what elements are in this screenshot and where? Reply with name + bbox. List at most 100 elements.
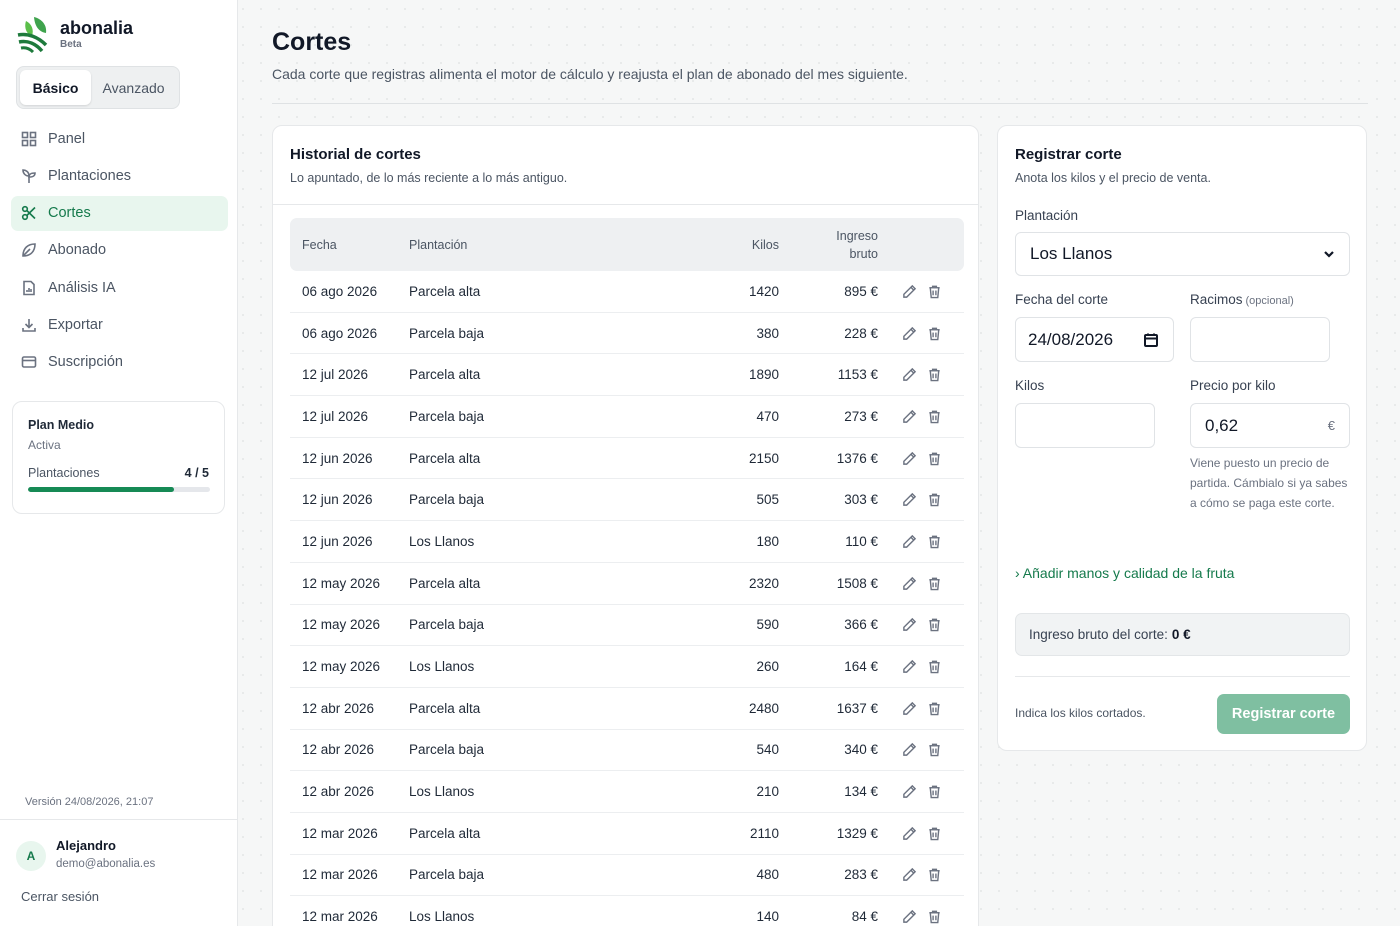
delete-button[interactable]	[927, 784, 942, 799]
add-hands-quality-link[interactable]: › Añadir manos y calidad de la fruta	[1015, 565, 1234, 581]
cell-date: 06 ago 2026	[302, 283, 378, 299]
price-label: Precio por kilo	[1190, 378, 1276, 393]
delete-button[interactable]	[927, 492, 942, 507]
row-actions	[878, 409, 964, 424]
mode-basic-button[interactable]: Básico	[20, 70, 92, 105]
cell-plantation: Parcela alta	[409, 450, 481, 466]
plantation-select[interactable]: Los Llanos	[1015, 232, 1350, 276]
price-input[interactable]: 0,62 €	[1190, 403, 1350, 448]
cell-date: 12 abr 2026	[302, 784, 375, 800]
plantation-select-value: Los Llanos	[1030, 244, 1113, 263]
edit-button[interactable]	[902, 326, 917, 341]
table-row: 12 jun 2026 Parcela baja 505 303 €	[290, 479, 964, 522]
cell-date: 12 mar 2026	[302, 825, 378, 841]
chevron-down-icon	[1324, 251, 1334, 258]
brand-name: abonalia	[60, 18, 134, 38]
edit-button[interactable]	[902, 867, 917, 882]
edit-button[interactable]	[902, 492, 917, 507]
cell-plantation: Parcela alta	[409, 575, 481, 591]
delete-button[interactable]	[927, 367, 942, 382]
bunches-label-text: Racimos	[1190, 292, 1243, 307]
cell-date: 12 may 2026	[302, 659, 381, 675]
edit-button[interactable]	[902, 367, 917, 382]
row-actions	[878, 659, 964, 674]
delete-button[interactable]	[927, 742, 942, 757]
edit-button[interactable]	[902, 451, 917, 466]
cell-date: 12 abr 2026	[302, 742, 375, 758]
delete-button[interactable]	[927, 326, 942, 341]
cell-date: 12 mar 2026	[302, 909, 378, 925]
cell-date: 12 may 2026	[302, 575, 381, 591]
cell-kilos: 2150	[748, 450, 779, 466]
table-row: 12 may 2026 Parcela alta 2320 1508 €	[290, 563, 964, 605]
sidebar-item-exportar[interactable]: Exportar	[11, 307, 228, 342]
cell-income: 84 €	[851, 909, 878, 925]
delete-button[interactable]	[927, 617, 942, 632]
plan-usage-count: 4 / 5	[184, 466, 209, 480]
edit-button[interactable]	[902, 784, 917, 799]
delete-button[interactable]	[927, 659, 942, 674]
page-divider	[272, 103, 1368, 104]
page-title: Cortes	[272, 28, 352, 56]
sidebar-item-label: Cortes	[48, 205, 91, 222]
edit-button[interactable]	[902, 534, 917, 549]
trash-icon	[929, 327, 940, 340]
form-divider	[1015, 676, 1350, 677]
register-cut-button[interactable]: Registrar corte	[1217, 694, 1350, 734]
delete-button[interactable]	[927, 701, 942, 716]
sidebar-item-cortes[interactable]: Cortes	[11, 195, 228, 231]
plan-status: Activa	[28, 438, 61, 452]
column-header-income-line2: bruto	[849, 246, 879, 261]
delete-button[interactable]	[927, 451, 942, 466]
pencil-icon	[903, 618, 917, 632]
sidebar-item-suscripcion[interactable]: Suscripción	[11, 345, 228, 380]
cell-plantation: Parcela baja	[409, 408, 485, 424]
edit-button[interactable]	[902, 284, 917, 299]
sidebar-item-panel[interactable]: Panel	[11, 121, 228, 156]
delete-button[interactable]	[927, 284, 942, 299]
cell-income: 1329 €	[836, 825, 878, 841]
delete-button[interactable]	[927, 576, 942, 591]
trash-icon	[929, 452, 940, 465]
plan-progress-bar	[28, 487, 210, 492]
table-row: 12 abr 2026 Parcela alta 2480 1637 €	[290, 688, 964, 730]
form-title: Registrar corte	[1015, 146, 1122, 163]
delete-button[interactable]	[927, 867, 942, 882]
mode-advanced-button[interactable]: Avanzado	[91, 70, 176, 105]
cell-kilos: 180	[756, 533, 779, 549]
delete-button[interactable]	[927, 909, 942, 924]
sidebar-item-abonado[interactable]: Abonado	[11, 233, 228, 268]
plan-progress-fill	[28, 487, 174, 492]
gross-income-label: Ingreso bruto del corte:	[1029, 627, 1168, 642]
edit-button[interactable]	[902, 409, 917, 424]
bunches-input[interactable]	[1190, 317, 1330, 362]
edit-button[interactable]	[902, 742, 917, 757]
edit-button[interactable]	[902, 576, 917, 591]
trash-icon	[929, 785, 940, 799]
sidebar-item-analisis-ia[interactable]: Análisis IA	[11, 270, 228, 305]
leaf-logo-icon	[17, 17, 48, 53]
delete-button[interactable]	[927, 409, 942, 424]
delete-button[interactable]	[927, 534, 942, 549]
edit-button[interactable]	[902, 659, 917, 674]
edit-button[interactable]	[902, 826, 917, 841]
row-actions	[878, 867, 964, 882]
logout-link[interactable]: Cerrar sesión	[21, 889, 99, 904]
cell-plantation: Parcela alta	[409, 283, 481, 299]
sidebar-item-plantaciones[interactable]: Plantaciones	[11, 158, 228, 193]
edit-button[interactable]	[902, 701, 917, 716]
cell-income: 1376 €	[836, 450, 878, 466]
row-actions	[878, 492, 964, 507]
edit-button[interactable]	[902, 617, 917, 632]
brand[interactable]: abonalia Beta	[16, 15, 133, 53]
delete-button[interactable]	[927, 826, 942, 841]
trash-icon	[929, 827, 940, 841]
cell-plantation: Parcela alta	[409, 700, 481, 716]
cell-plantation: Parcela baja	[409, 325, 485, 341]
cell-income: 110 €	[845, 533, 878, 549]
date-input[interactable]: 24/08/2026	[1015, 317, 1174, 362]
column-header-kilos: Kilos	[751, 237, 779, 252]
kilos-input[interactable]	[1015, 403, 1155, 448]
cell-date: 06 ago 2026	[302, 325, 378, 341]
edit-button[interactable]	[902, 909, 917, 924]
